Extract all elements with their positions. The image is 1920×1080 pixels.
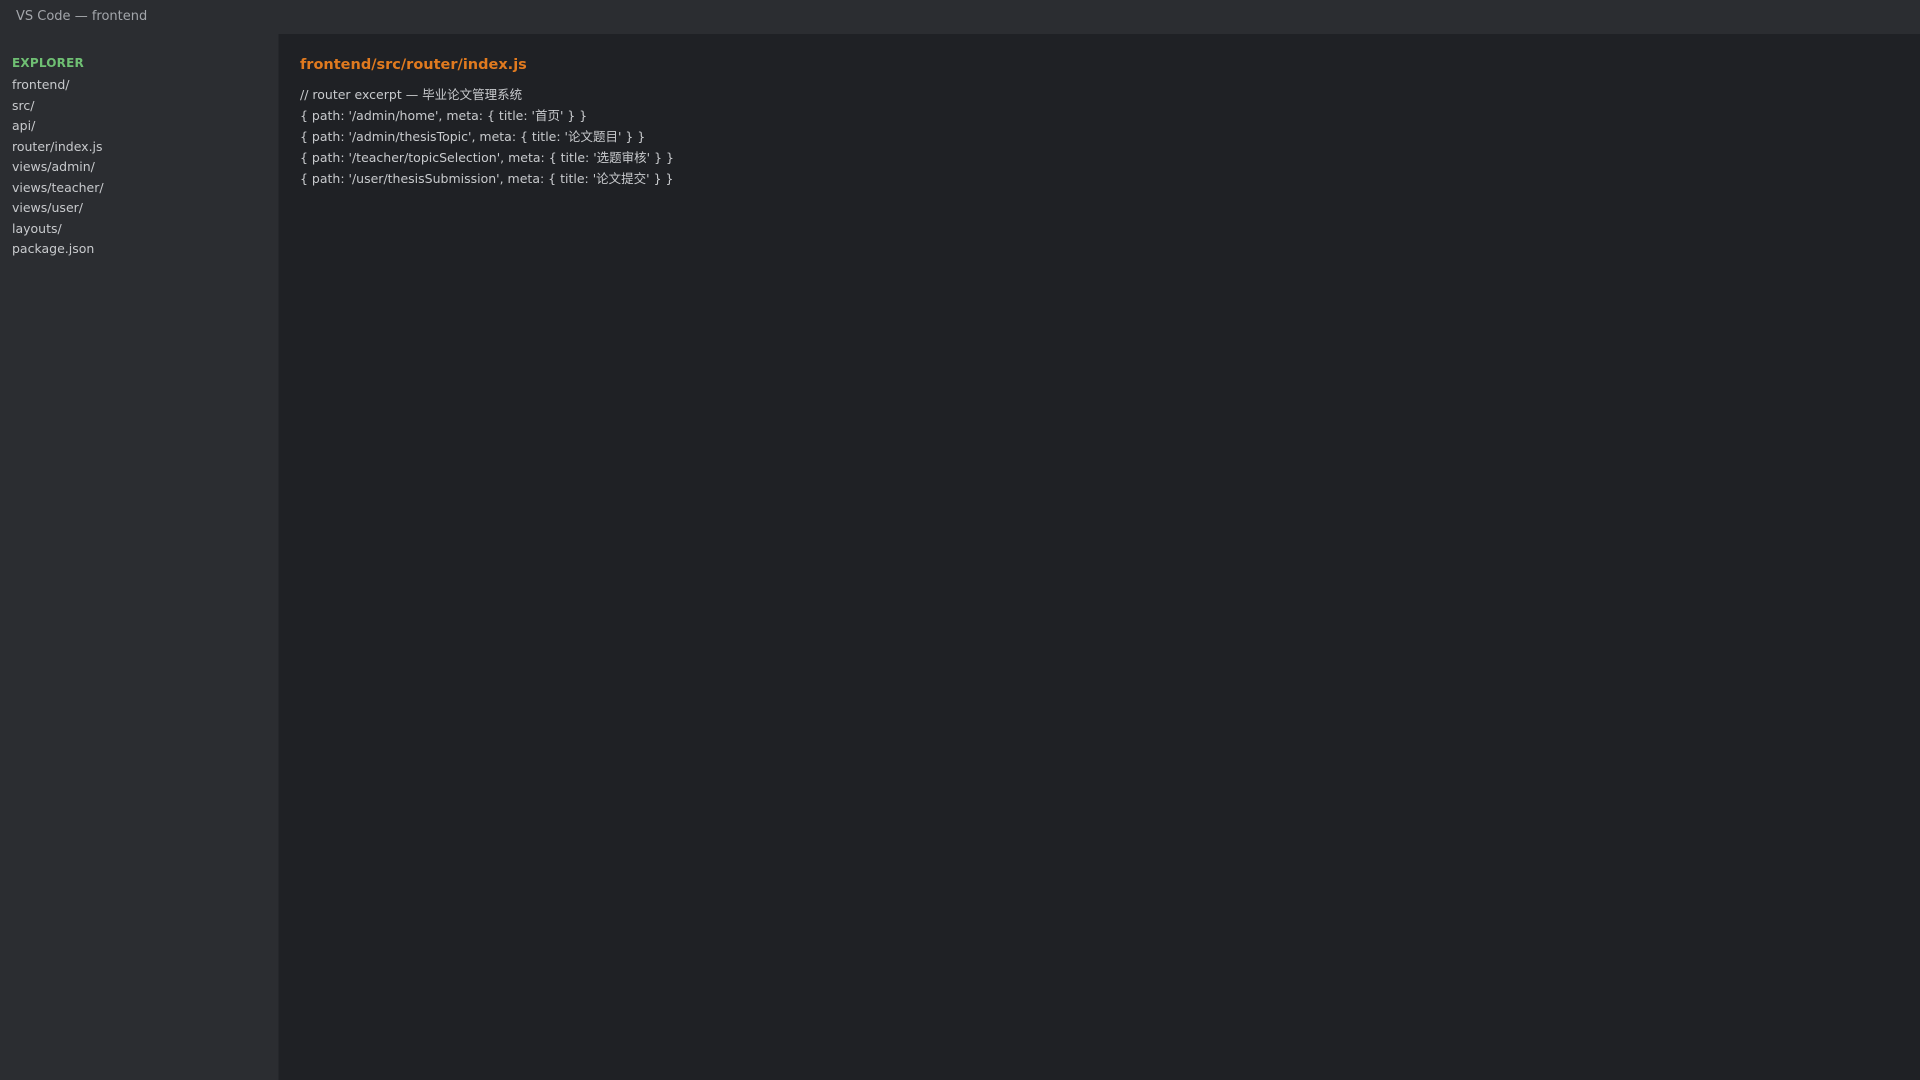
code-editor[interactable]: frontend/src/router/index.js // router e… <box>280 34 1920 1080</box>
explorer-item-views-user[interactable]: views/user/ <box>0 198 278 219</box>
window-title: VS Code — frontend <box>16 9 148 24</box>
code-line-route-admin-home[interactable]: { path: '/admin/home', meta: { title: '首… <box>300 105 1920 126</box>
explorer-item-api[interactable]: api/ <box>0 116 278 137</box>
explorer-heading: EXPLORER <box>12 56 84 70</box>
explorer-item-frontend[interactable]: frontend/ <box>0 75 278 96</box>
explorer-item-router-index[interactable]: router/index.js <box>0 137 278 158</box>
explorer-item-views-admin[interactable]: views/admin/ <box>0 157 278 178</box>
code-line-comment[interactable]: // router excerpt — 毕业论文管理系统 <box>300 84 1920 105</box>
window-title-bar: VS Code — frontend <box>0 0 1920 34</box>
code-line-route-teacher-topic-selection[interactable]: { path: '/teacher/topicSelection', meta:… <box>300 147 1920 168</box>
code-line-route-user-thesis-submission[interactable]: { path: '/user/thesisSubmission', meta: … <box>300 168 1920 189</box>
explorer-item-package-json[interactable]: package.json <box>0 239 278 260</box>
editor-file-path: frontend/src/router/index.js <box>300 57 527 73</box>
code-line-route-admin-thesis-topic[interactable]: { path: '/admin/thesisTopic', meta: { ti… <box>300 126 1920 147</box>
explorer-item-views-teacher[interactable]: views/teacher/ <box>0 178 278 199</box>
explorer-item-layouts[interactable]: layouts/ <box>0 219 278 240</box>
explorer-sidebar: EXPLORER frontend/ src/ api/ router/inde… <box>0 34 279 1080</box>
explorer-item-src[interactable]: src/ <box>0 96 278 117</box>
